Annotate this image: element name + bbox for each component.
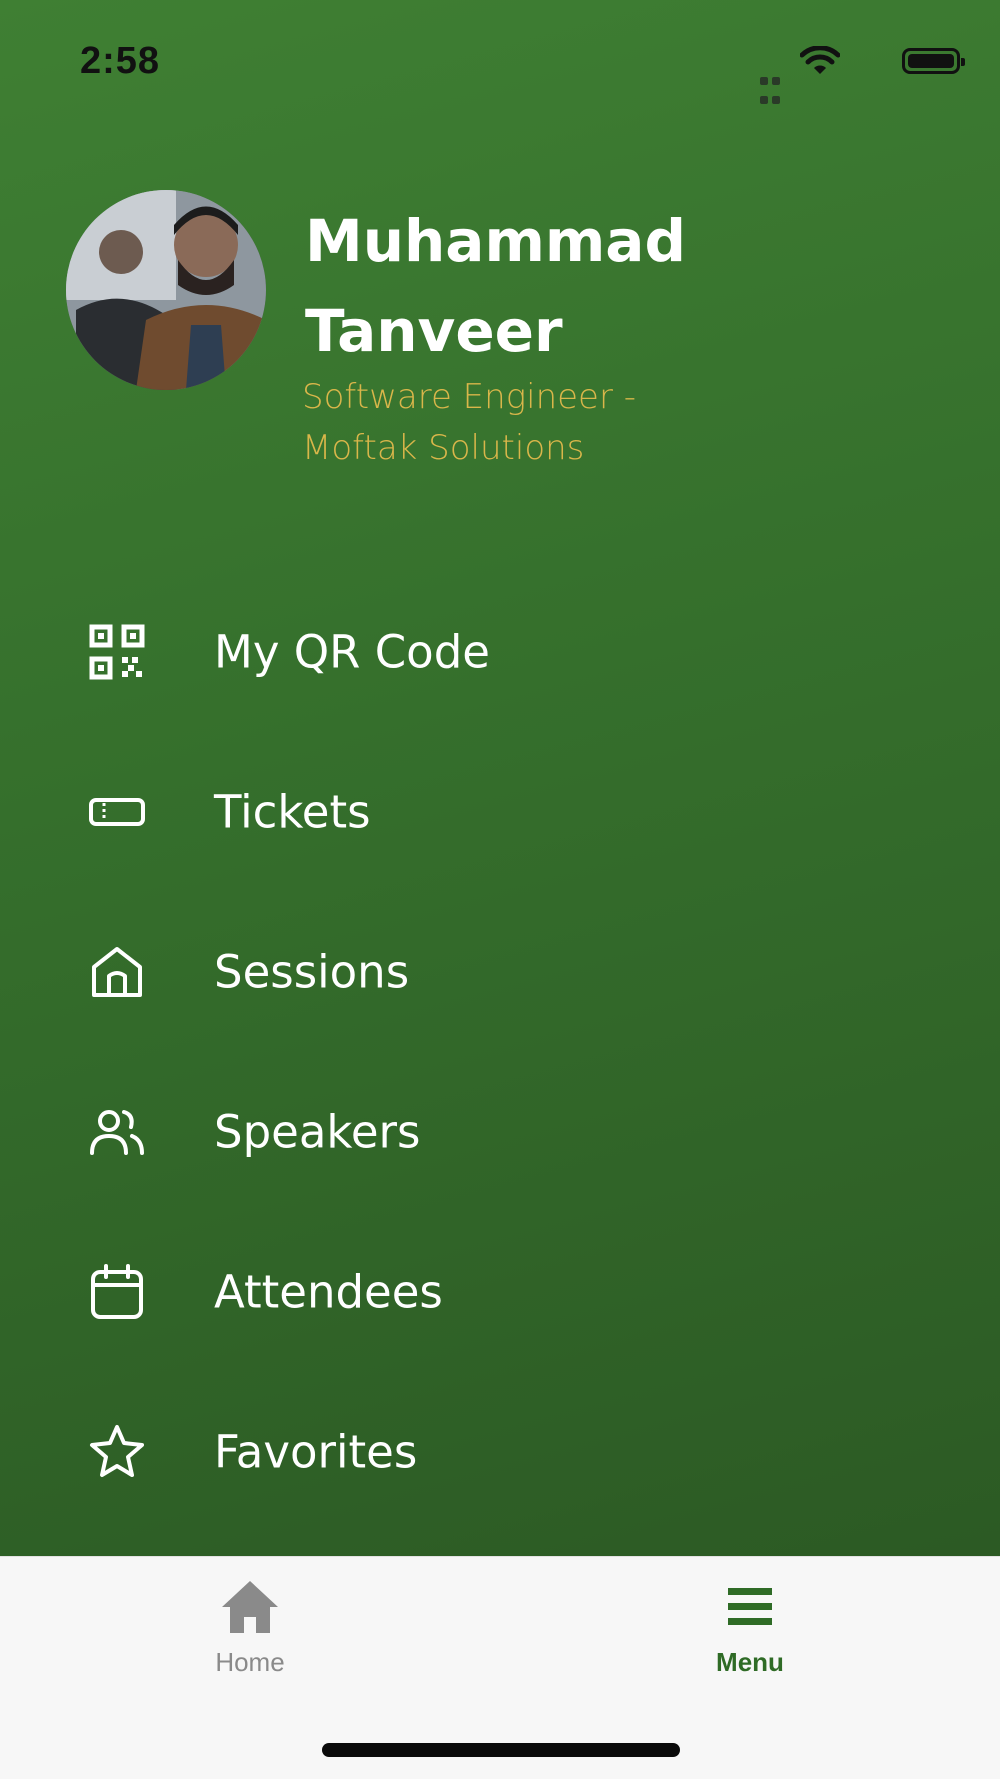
- menu-item-sessions[interactable]: Sessions: [0, 892, 1000, 1052]
- menu-item-tickets[interactable]: Tickets: [0, 732, 1000, 892]
- qr-code-icon: [89, 624, 145, 680]
- menu-item-attendees[interactable]: Attendees: [0, 1212, 1000, 1372]
- menu-item-label: Favorites: [214, 1425, 418, 1479]
- cellular-signal-icon: [760, 70, 790, 108]
- calendar-icon: [91, 1264, 143, 1319]
- menu-item-speakers[interactable]: Speakers: [0, 1052, 1000, 1212]
- menu-item-favorites[interactable]: Favorites: [0, 1372, 1000, 1532]
- menu-item-my-qr-code[interactable]: My QR Code: [0, 572, 1000, 732]
- drawer-screen: 2:58 Muhammad Tanveer Software Engineer …: [0, 0, 1000, 1556]
- battery-icon: [902, 48, 965, 74]
- menu-icon: [728, 1588, 772, 1625]
- status-time: 2:58: [80, 40, 161, 82]
- status-icons: [760, 42, 965, 104]
- home-indicator[interactable]: [322, 1743, 680, 1757]
- ticket-icon: [89, 798, 145, 826]
- drawer-menu: My QR Code Tickets Sessions Speakers Att…: [0, 572, 1000, 1532]
- menu-item-label: Tickets: [214, 785, 371, 839]
- star-icon: [90, 1425, 144, 1477]
- menu-item-label: Sessions: [214, 945, 410, 999]
- tab-bar: Home Menu: [0, 1556, 1000, 1779]
- tab-label: Menu: [716, 1647, 784, 1677]
- home-icon: [222, 1581, 278, 1633]
- profile-title: Software Engineer - Moftak Solutions: [302, 377, 637, 468]
- avatar-photo-icon: [66, 190, 266, 390]
- menu-item-label: Attendees: [214, 1265, 443, 1319]
- avatar[interactable]: [66, 190, 266, 390]
- menu-item-label: Speakers: [214, 1105, 421, 1159]
- users-icon: [90, 1110, 144, 1155]
- tab-home[interactable]: Home: [150, 1577, 350, 1678]
- tab-menu[interactable]: Menu: [650, 1577, 850, 1678]
- wifi-icon: [800, 46, 840, 74]
- profile-name: Muhammad Tanveer: [305, 207, 686, 365]
- home-outline-icon: [92, 947, 142, 997]
- menu-item-label: My QR Code: [214, 625, 490, 679]
- tab-label: Home: [215, 1647, 285, 1677]
